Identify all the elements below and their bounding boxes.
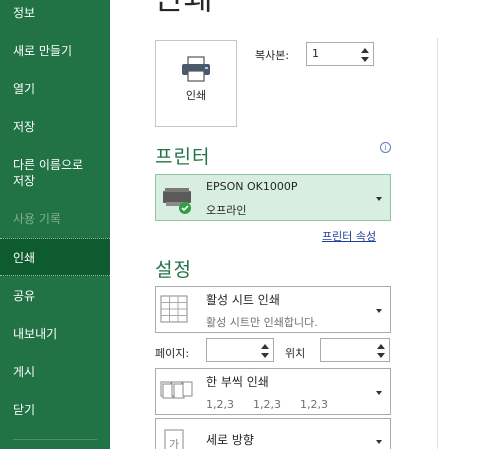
- printer-ready-icon: [163, 188, 191, 214]
- printer-icon: [182, 56, 210, 82]
- sidebar-item-info[interactable]: 정보: [0, 5, 110, 21]
- print-button[interactable]: 인쇄: [155, 40, 237, 127]
- copies-value: 1: [312, 47, 319, 60]
- print-scope-title: 활성 시트 인쇄: [206, 293, 280, 307]
- spin-down-icon[interactable]: [377, 353, 385, 358]
- sidebar-item-export[interactable]: 내보내기: [0, 326, 110, 342]
- spin-up-icon[interactable]: [377, 344, 385, 349]
- sidebar-item-save[interactable]: 저장: [0, 119, 110, 135]
- sidebar-item-open[interactable]: 열기: [0, 81, 110, 97]
- sidebar-item-close[interactable]: 닫기: [0, 402, 110, 418]
- sidebar-item-history: 사용 기록: [13, 212, 61, 226]
- sidebar-item-save-as-line1: 다른 이름으로: [13, 158, 84, 172]
- pages-from-stepper[interactable]: [206, 338, 274, 362]
- backstage-sidebar: 정보 새로 만들기 열기 저장 다른 이름으로 저장 사용 기록 인쇄 공유 내…: [0, 0, 110, 449]
- info-icon[interactable]: i: [380, 142, 391, 153]
- copies-label: 복사본:: [255, 49, 290, 62]
- sheet-grid-icon: [160, 295, 188, 323]
- page-title: 인쇄: [153, 0, 214, 18]
- chevron-down-icon[interactable]: [376, 309, 382, 313]
- print-button-label: 인쇄: [185, 89, 207, 102]
- printer-properties-link[interactable]: 프린터 속성: [322, 228, 376, 244]
- chevron-down-icon[interactable]: [376, 197, 382, 201]
- portrait-orientation-icon: 가: [164, 429, 184, 449]
- svg-text:가: 가: [169, 438, 179, 449]
- sidebar-item-share[interactable]: 공유: [0, 288, 110, 304]
- spin-down-icon[interactable]: [361, 57, 369, 62]
- preview-divider: [437, 38, 438, 449]
- orientation-dropdown[interactable]: 가 세로 방향: [155, 418, 391, 449]
- pages-from-spin-arrows[interactable]: [260, 341, 270, 359]
- print-scope-subtitle: 활성 시트만 인쇄합니다.: [206, 316, 318, 329]
- pages-to-label: 위치: [285, 347, 306, 360]
- print-scope-dropdown[interactable]: 활성 시트 인쇄 활성 시트만 인쇄합니다.: [155, 286, 391, 333]
- collation-seq-1: 1,2,3: [206, 398, 234, 411]
- sidebar-item-new[interactable]: 새로 만들기: [0, 43, 110, 59]
- spin-up-icon[interactable]: [361, 48, 369, 53]
- sidebar-item-publish[interactable]: 게시: [0, 364, 110, 380]
- printer-name: EPSON OK1000P: [206, 180, 298, 193]
- spin-up-icon[interactable]: [261, 344, 269, 349]
- collation-dropdown[interactable]: 한 부씩 인쇄 1,2,3 1,2,3 1,2,3: [155, 368, 391, 415]
- sidebar-item-print[interactable]: 인쇄: [0, 238, 110, 276]
- collation-title: 한 부씩 인쇄: [206, 375, 269, 389]
- sidebar-item-save-as-line2: 저장: [13, 174, 36, 188]
- pages-label: 페이지:: [155, 347, 190, 360]
- printer-heading: 프린터: [155, 146, 211, 168]
- chevron-down-icon[interactable]: [376, 440, 382, 444]
- pages-to-stepper[interactable]: [320, 338, 390, 362]
- collated-pages-icon: [160, 381, 193, 399]
- copies-stepper[interactable]: 1: [306, 42, 374, 66]
- pages-to-spin-arrows[interactable]: [376, 341, 386, 359]
- printer-status: 오프라인: [206, 204, 247, 217]
- collation-seq-3: 1,2,3: [300, 398, 328, 411]
- settings-heading: 설정: [155, 259, 192, 281]
- spin-down-icon[interactable]: [261, 353, 269, 358]
- copies-spin-arrows[interactable]: [360, 45, 370, 63]
- sidebar-divider: [13, 439, 97, 440]
- printer-dropdown[interactable]: EPSON OK1000P 오프라인: [155, 174, 391, 221]
- chevron-down-icon[interactable]: [376, 391, 382, 395]
- collation-seq-2: 1,2,3: [253, 398, 281, 411]
- sidebar-item-save-as[interactable]: 다른 이름으로 저장: [0, 157, 110, 189]
- orientation-title: 세로 방향: [206, 433, 254, 447]
- print-pane: 인쇄 인쇄 복사본: 1 프린터 i: [110, 0, 496, 449]
- backstage-view: 정보 새로 만들기 열기 저장 다른 이름으로 저장 사용 기록 인쇄 공유 내…: [0, 0, 496, 449]
